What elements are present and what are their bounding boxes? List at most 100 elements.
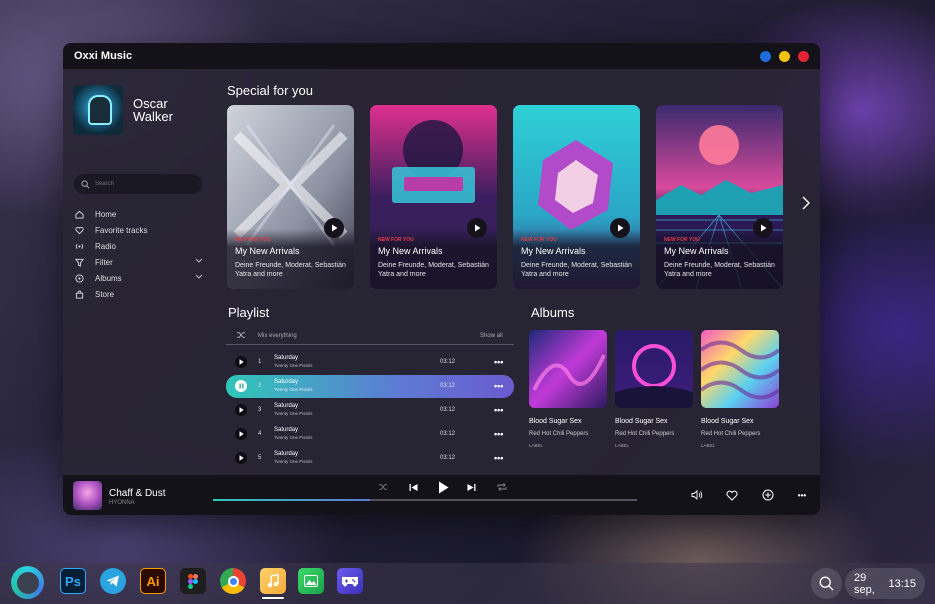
system-tray: 29 sep, 13:15 <box>811 567 925 600</box>
play-icon <box>239 407 244 413</box>
add-icon[interactable] <box>761 488 775 502</box>
volume-icon[interactable] <box>690 488 704 502</box>
chevron-down-icon[interactable] <box>195 258 203 264</box>
sidebar-item-label: Home <box>95 209 117 219</box>
more-icon[interactable]: ••• <box>795 488 809 502</box>
track-duration: 03:12 <box>440 455 456 461</box>
album-label: LABEL <box>529 443 544 448</box>
card-subtitle: Deine Freunde, Moderat, Sebastián Yatra … <box>664 262 775 278</box>
player-bar: Chaff & Dust HYONNA ••• <box>63 475 820 515</box>
track-duration: 03:12 <box>440 407 456 413</box>
avatar <box>73 85 123 135</box>
maximize-button[interactable] <box>779 51 790 62</box>
play-button[interactable] <box>324 218 344 238</box>
search-button[interactable] <box>811 568 842 599</box>
play-button[interactable] <box>753 218 773 238</box>
heart-icon[interactable] <box>725 488 739 502</box>
play-button[interactable] <box>610 218 630 238</box>
next-icon[interactable] <box>465 481 477 493</box>
repeat-icon[interactable] <box>496 481 508 493</box>
play-button[interactable] <box>435 479 451 495</box>
minimize-button[interactable] <box>760 51 771 62</box>
shuffle-icon[interactable] <box>377 481 389 493</box>
track-row[interactable]: 1 Saturday Twenty One Pistols 03:12 ••• <box>226 351 514 373</box>
card-subtitle: Deine Freunde, Moderat, Sebastián Yatra … <box>521 262 632 278</box>
progress-bar[interactable] <box>213 499 637 501</box>
more-icon[interactable]: ••• <box>494 453 503 463</box>
user-profile[interactable]: Oscar Walker <box>73 85 193 135</box>
taskbar: Ps Ai 29 sep, 13:15 <box>0 563 935 604</box>
figma-icon[interactable] <box>180 568 206 594</box>
mix-everything-label[interactable]: Mix everything <box>258 333 297 339</box>
chevron-down-icon[interactable] <box>195 274 203 280</box>
more-icon[interactable]: ••• <box>494 357 503 367</box>
sidebar-item-radio[interactable]: Radio <box>75 238 203 254</box>
album-artist: Red Hot Chili Peppers <box>529 431 589 437</box>
play-button[interactable] <box>235 356 247 368</box>
track-row[interactable]: 5 Saturday Twenty One Pistols 03:12 ••• <box>226 447 514 469</box>
card-title: My New Arrivals <box>235 246 300 256</box>
sidebar-item-favorite-tracks[interactable]: Favorite tracks <box>75 222 203 238</box>
card-title: My New Arrivals <box>521 246 586 256</box>
sidebar-item-label: Albums <box>95 273 122 283</box>
album-label: LABEL <box>701 443 716 448</box>
chrome-icon[interactable] <box>220 568 246 594</box>
card-title: My New Arrivals <box>378 246 443 256</box>
search-icon <box>81 179 90 188</box>
telegram-icon[interactable] <box>100 568 126 594</box>
clock[interactable]: 29 sep, 13:15 <box>845 568 925 599</box>
radio-icon <box>75 242 84 251</box>
playlist-card[interactable]: NEW FOR YOU My New Arrivals Deine Freund… <box>370 105 497 289</box>
title-bar: Oxxi Music <box>63 43 820 69</box>
album-card[interactable]: Blood Sugar Sex Red Hot Chili Peppers LA… <box>529 330 607 448</box>
gamepad-icon[interactable] <box>337 568 363 594</box>
show-all-link[interactable]: Show all <box>480 333 503 339</box>
play-button[interactable] <box>235 428 247 440</box>
play-icon <box>474 224 480 232</box>
clock-date: 29 sep, <box>854 571 875 596</box>
track-row[interactable]: 3 Saturday Twenty One Pistols 03:12 ••• <box>226 399 514 421</box>
playlist-card[interactable]: NEW FOR YOU My New Arrivals Deine Freund… <box>513 105 640 289</box>
start-button[interactable] <box>11 566 44 599</box>
close-button[interactable] <box>798 51 809 62</box>
sidebar-nav: Home Favorite tracks Radio Filter Albums <box>75 206 203 302</box>
shuffle-icon[interactable] <box>237 331 246 339</box>
playlist-card[interactable]: NEW FOR YOU My New Arrivals Deine Freund… <box>227 105 354 289</box>
photoshop-icon[interactable]: Ps <box>60 568 86 594</box>
track-title: Saturday <box>274 403 299 409</box>
play-icon <box>331 224 337 232</box>
search-box[interactable] <box>74 174 202 194</box>
more-icon[interactable]: ••• <box>494 405 503 415</box>
chevron-right-icon[interactable] <box>801 196 811 210</box>
play-button[interactable] <box>467 218 487 238</box>
gallery-icon[interactable] <box>298 568 324 594</box>
album-card[interactable]: Blood Sugar Sex Red Hot Chili Peppers LA… <box>699 330 781 448</box>
play-button[interactable] <box>235 404 247 416</box>
play-icon <box>617 224 623 232</box>
more-icon[interactable]: ••• <box>494 429 503 439</box>
sidebar-item-filter[interactable]: Filter <box>75 254 203 270</box>
previous-icon[interactable] <box>407 481 419 493</box>
playlist-card[interactable]: NEW FOR YOU My New Arrivals Deine Freund… <box>656 105 783 289</box>
play-icon <box>239 455 244 461</box>
home-icon <box>75 210 84 219</box>
play-button[interactable] <box>235 452 247 464</box>
playlist-heading: Playlist <box>228 305 270 320</box>
sidebar-item-home[interactable]: Home <box>75 206 203 222</box>
more-icon[interactable]: ••• <box>494 381 503 391</box>
album-title: Blood Sugar Sex <box>701 418 754 425</box>
track-row[interactable]: 4 Saturday Twenty One Pistols 03:12 ••• <box>226 423 514 445</box>
filter-icon <box>75 258 84 267</box>
search-input[interactable] <box>95 181 195 187</box>
now-playing-cover <box>73 481 102 510</box>
heart-icon <box>75 226 84 235</box>
album-title: Blood Sugar Sex <box>615 418 668 425</box>
track-row-active[interactable]: 2 Saturday Twenty One Pistols 03:12 ••• <box>226 375 514 398</box>
pause-button[interactable] <box>235 380 247 392</box>
sidebar-item-albums[interactable]: Albums <box>75 270 203 286</box>
illustrator-icon[interactable]: Ai <box>140 568 166 594</box>
music-icon[interactable] <box>260 568 286 594</box>
card-tag: NEW FOR YOU <box>521 237 557 243</box>
album-card[interactable]: Blood Sugar Sex Red Hot Chili Peppers LA… <box>615 330 693 448</box>
sidebar-item-store[interactable]: Store <box>75 286 203 302</box>
